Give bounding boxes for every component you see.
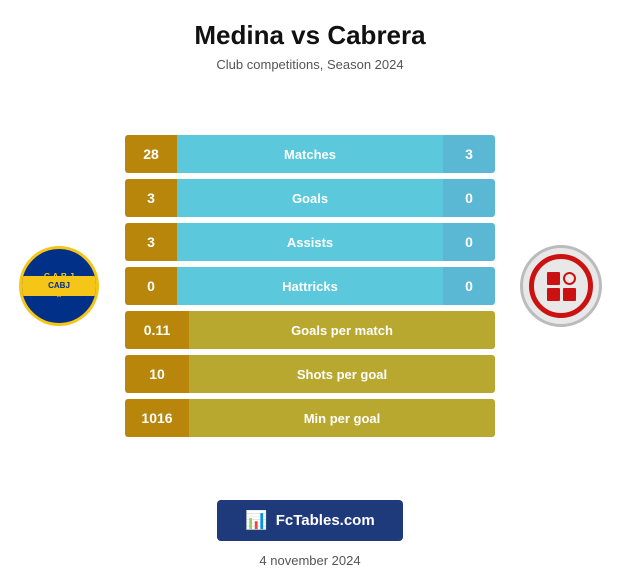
assists-label: Assists: [287, 235, 333, 250]
goals-bar: Goals: [177, 179, 443, 217]
fctables-icon: 📊: [245, 510, 267, 531]
goals-per-match-bar: Goals per match: [189, 311, 495, 349]
page-title: Medina vs Cabrera: [194, 20, 425, 51]
main-area: C.A.B.J CABJ ★ 28 Matches 3 3 Goals 0 3 …: [0, 88, 620, 484]
hattricks-left-value: 0: [125, 267, 177, 305]
hattricks-label: Hattricks: [282, 279, 338, 294]
assists-left-value: 3: [125, 223, 177, 261]
boca-logo: C.A.B.J CABJ ★: [19, 246, 99, 326]
lanus-grid: [547, 272, 576, 301]
stat-row-shots-per-goal: 10 Shots per goal: [125, 355, 495, 393]
lanus-logo: [520, 245, 602, 327]
stat-row-goals: 3 Goals 0: [125, 179, 495, 217]
min-per-goal-value: 1016: [125, 399, 189, 437]
fctables-label: FcTables.com: [276, 512, 375, 529]
goals-left-value: 3: [125, 179, 177, 217]
stat-row-assists: 3 Assists 0: [125, 223, 495, 261]
goals-per-match-value: 0.11: [125, 311, 189, 349]
matches-label: Matches: [284, 147, 336, 162]
left-club-logo: C.A.B.J CABJ ★: [14, 241, 104, 331]
subtitle: Club competitions, Season 2024: [216, 57, 403, 72]
lanus-cell-4: [563, 288, 576, 301]
lanus-ring: [529, 254, 593, 318]
lanus-cell-3: [547, 288, 560, 301]
hattricks-right-value: 0: [443, 267, 495, 305]
stat-row-goals-per-match: 0.11 Goals per match: [125, 311, 495, 349]
right-club-logo: [516, 241, 606, 331]
stat-row-matches: 28 Matches 3: [125, 135, 495, 173]
goals-right-value: 0: [443, 179, 495, 217]
goals-per-match-label: Goals per match: [291, 323, 393, 338]
boca-stripe-label: CABJ: [48, 282, 70, 290]
boca-bottom-label: ★: [56, 292, 62, 300]
min-per-goal-bar: Min per goal: [189, 399, 495, 437]
shots-per-goal-bar: Shots per goal: [189, 355, 495, 393]
stat-row-min-per-goal: 1016 Min per goal: [125, 399, 495, 437]
assists-bar: Assists: [177, 223, 443, 261]
matches-right-value: 3: [443, 135, 495, 173]
stat-row-hattricks: 0 Hattricks 0: [125, 267, 495, 305]
lanus-cell-2: [563, 272, 576, 285]
shots-per-goal-value: 10: [125, 355, 189, 393]
boca-content: C.A.B.J CABJ ★: [22, 272, 96, 299]
stats-container: 28 Matches 3 3 Goals 0 3 Assists 0 0 Hat…: [125, 135, 495, 437]
lanus-cell-1: [547, 272, 560, 285]
matches-bar: Matches: [177, 135, 443, 173]
shots-per-goal-label: Shots per goal: [297, 367, 387, 382]
footer-date: 4 november 2024: [259, 553, 360, 568]
goals-label: Goals: [292, 191, 328, 206]
hattricks-bar: Hattricks: [177, 267, 443, 305]
assists-right-value: 0: [443, 223, 495, 261]
fctables-banner[interactable]: 📊 FcTables.com: [217, 500, 402, 541]
matches-left-value: 28: [125, 135, 177, 173]
min-per-goal-label: Min per goal: [304, 411, 381, 426]
